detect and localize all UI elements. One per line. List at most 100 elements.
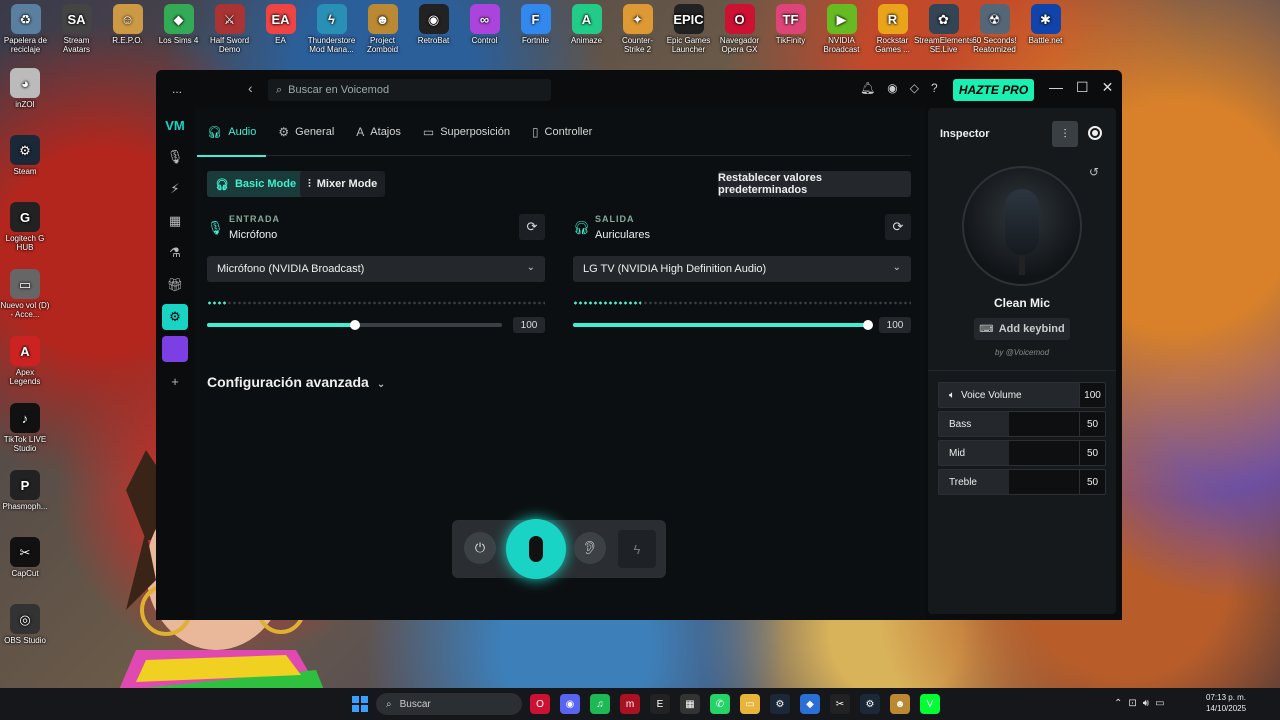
sidebar-settings-icon[interactable]: ⚙ bbox=[162, 304, 188, 330]
taskbar-search[interactable]: ⌕ Buscar bbox=[376, 693, 522, 715]
output-volume-slider[interactable] bbox=[573, 320, 873, 330]
voice-changer-mic-button[interactable] bbox=[506, 519, 566, 579]
input-volume-knob[interactable] bbox=[349, 320, 360, 330]
param-value[interactable]: 50 bbox=[1079, 441, 1105, 465]
desktop-icon[interactable]: ▭ Nuevo vol (D) - Acce... bbox=[0, 269, 50, 336]
desktop-icon[interactable]: ✦ Counter-Strike 2 bbox=[612, 4, 663, 54]
tab-audio[interactable]: 🎧︎ Audio bbox=[196, 108, 267, 157]
input-device-select[interactable]: Micrófono (NVIDIA Broadcast) ⌄ bbox=[207, 256, 545, 282]
advanced-settings-toggle[interactable]: Configuración avanzada ⌄ bbox=[207, 374, 385, 390]
bell-icon[interactable]: 🔔︎ bbox=[860, 81, 875, 95]
windows-start-icon[interactable] bbox=[352, 696, 368, 712]
help-icon[interactable]: ? bbox=[931, 81, 938, 95]
desktop-icon[interactable]: ✱ Battle.net bbox=[1020, 4, 1071, 54]
desktop-icon[interactable]: F Fortnite bbox=[510, 4, 561, 54]
reset-icon[interactable]: ↺ bbox=[1089, 165, 1099, 179]
sidebar-effects-icon[interactable]: ⚡︎ bbox=[162, 176, 188, 202]
discord-icon[interactable]: ◉ bbox=[560, 694, 580, 714]
desktop-icon[interactable]: ▶ NVIDIA Broadcast bbox=[816, 4, 867, 54]
desktop-icon[interactable]: TF TikFinity bbox=[765, 4, 816, 54]
bass-param[interactable]: Bass 50 bbox=[938, 411, 1106, 437]
voicemod-logo-icon[interactable]: VM bbox=[162, 112, 188, 138]
record-icon[interactable] bbox=[1088, 126, 1102, 140]
param-value[interactable]: 100 bbox=[1079, 383, 1105, 407]
diamond-icon[interactable]: ◇ bbox=[910, 81, 919, 95]
go-pro-button[interactable]: HAZTE PRO bbox=[953, 79, 1034, 101]
desktop-icon[interactable]: ⚙ Steam bbox=[0, 135, 50, 202]
desktop-icon[interactable]: ◉ RetroBat bbox=[408, 4, 459, 54]
input-refresh-button[interactable]: ⟳ bbox=[519, 214, 545, 240]
desktop-icon[interactable]: ∞ Control bbox=[459, 4, 510, 54]
app-icon[interactable]: m bbox=[620, 694, 640, 714]
input-volume-slider[interactable] bbox=[207, 320, 502, 330]
desktop-icon[interactable]: ♪ TikTok LIVE Studio bbox=[0, 403, 50, 470]
mid-param[interactable]: Mid 50 bbox=[938, 440, 1106, 466]
desktop-icon[interactable]: ✂ CapCut bbox=[0, 537, 50, 604]
search-input[interactable]: ⌕ Buscar en Voicemod bbox=[268, 79, 551, 101]
desktop-icon[interactable]: G Logitech G HUB bbox=[0, 202, 50, 269]
desktop-icon[interactable]: P Phasmoph... bbox=[0, 470, 50, 537]
desktop-icon[interactable]: ☺ R.E.P.O. bbox=[102, 4, 153, 54]
app-icon[interactable]: ☻ bbox=[890, 694, 910, 714]
voice-volume-param[interactable]: 🔈︎ Voice Volume 100 bbox=[938, 382, 1106, 408]
desktop-icon[interactable]: ✿ StreamElements SE.Live bbox=[914, 4, 973, 54]
desktop-icon[interactable]: A Animaze bbox=[561, 4, 612, 54]
epic-games-icon[interactable]: E bbox=[650, 694, 670, 714]
desktop-icon[interactable]: ☻ Project Zomboid bbox=[357, 4, 408, 54]
param-value[interactable]: 50 bbox=[1079, 412, 1105, 436]
sidebar-add-icon[interactable]: + bbox=[162, 368, 188, 394]
output-volume-knob[interactable] bbox=[863, 320, 873, 330]
clock[interactable]: 07:13 p. m. 14/10/2025 bbox=[1206, 692, 1246, 714]
sidebar-store-icon[interactable]: 🎁︎ bbox=[162, 272, 188, 298]
mixer-mode-button[interactable]: ⫶ Mixer Mode bbox=[300, 171, 386, 197]
minimize-button[interactable]: — bbox=[1049, 79, 1063, 96]
tab-overlay[interactable]: ▭ Superposición bbox=[423, 108, 510, 156]
battery-icon[interactable]: ▭ bbox=[1155, 698, 1164, 709]
calculator-icon[interactable]: ▦ bbox=[680, 694, 700, 714]
desktop-icon[interactable]: EPIC Epic Games Launcher bbox=[663, 4, 714, 54]
desktop-icon[interactable]: ◎ OBS Studio bbox=[0, 604, 50, 671]
sliders-icon[interactable]: ⫶ bbox=[1052, 121, 1078, 147]
close-button[interactable]: ✕ bbox=[1102, 79, 1114, 96]
maximize-button[interactable]: ☐ bbox=[1076, 79, 1089, 96]
sidebar-soundboard-icon[interactable]: ▦ bbox=[162, 208, 188, 234]
tab-shortcuts[interactable]: A Atajos bbox=[356, 108, 401, 156]
voicemod-icon[interactable]: V bbox=[920, 694, 940, 714]
hear-myself-icon[interactable]: 👂︎ bbox=[574, 532, 606, 564]
opera-gx-icon[interactable]: O bbox=[530, 694, 550, 714]
sidebar-voicelab-icon[interactable]: ⚗ bbox=[162, 240, 188, 266]
desktop-icon[interactable]: O Navegador Opera GX bbox=[714, 4, 765, 54]
output-volume-value[interactable]: 100 bbox=[879, 317, 911, 333]
treble-param[interactable]: Treble 50 bbox=[938, 469, 1106, 495]
back-button[interactable]: ‹ bbox=[248, 80, 253, 96]
desktop-icon[interactable]: ⚔ Half Sword Demo bbox=[204, 4, 255, 54]
desktop-icon[interactable]: ◆ Los Sims 4 bbox=[153, 4, 204, 54]
discord-icon[interactable]: ◉ bbox=[887, 81, 897, 95]
sidebar-voices-icon[interactable]: 🎙︎ bbox=[162, 144, 188, 170]
desktop-icon[interactable]: ♻ Papelera de reciclaje bbox=[0, 4, 51, 54]
desktop-icon[interactable]: A Apex Legends bbox=[0, 336, 50, 403]
file-explorer-icon[interactable]: ▭ bbox=[740, 694, 760, 714]
steam-icon[interactable]: ⚙ bbox=[770, 694, 790, 714]
desktop-icon[interactable]: R Rockstar Games ... bbox=[867, 4, 918, 54]
add-keybind-button[interactable]: ⌨ Add keybind bbox=[974, 318, 1070, 340]
param-value[interactable]: 50 bbox=[1079, 470, 1105, 494]
capcut-icon[interactable]: ✂ bbox=[830, 694, 850, 714]
sidebar-app-icon[interactable] bbox=[162, 336, 188, 362]
desktop-icon[interactable]: ☢ 60 Seconds! Reatomized bbox=[969, 4, 1020, 54]
chevron-up-icon[interactable]: ⌃ bbox=[1114, 698, 1122, 709]
app-icon[interactable]: ◆ bbox=[800, 694, 820, 714]
output-device-select[interactable]: LG TV (NVIDIA High Definition Audio) ⌄ bbox=[573, 256, 911, 282]
reset-defaults-button[interactable]: Restablecer valores predeterminados bbox=[718, 171, 911, 197]
output-refresh-button[interactable]: ⟳ bbox=[885, 214, 911, 240]
tab-general[interactable]: ⚙ General bbox=[278, 108, 334, 156]
network-icon[interactable]: ⊡ bbox=[1128, 698, 1136, 709]
background-effects-icon[interactable]: ϟ bbox=[618, 530, 656, 568]
basic-mode-button[interactable]: 🎧︎ Basic Mode bbox=[207, 171, 305, 197]
input-volume-value[interactable]: 100 bbox=[513, 317, 545, 333]
spotify-icon[interactable]: ♫ bbox=[590, 694, 610, 714]
desktop-icon[interactable]: EA EA bbox=[255, 4, 306, 54]
menu-button[interactable]: ... bbox=[172, 82, 182, 96]
steam-icon[interactable]: ⚙ bbox=[860, 694, 880, 714]
desktop-icon[interactable]: ◕ inZOI bbox=[0, 68, 50, 135]
